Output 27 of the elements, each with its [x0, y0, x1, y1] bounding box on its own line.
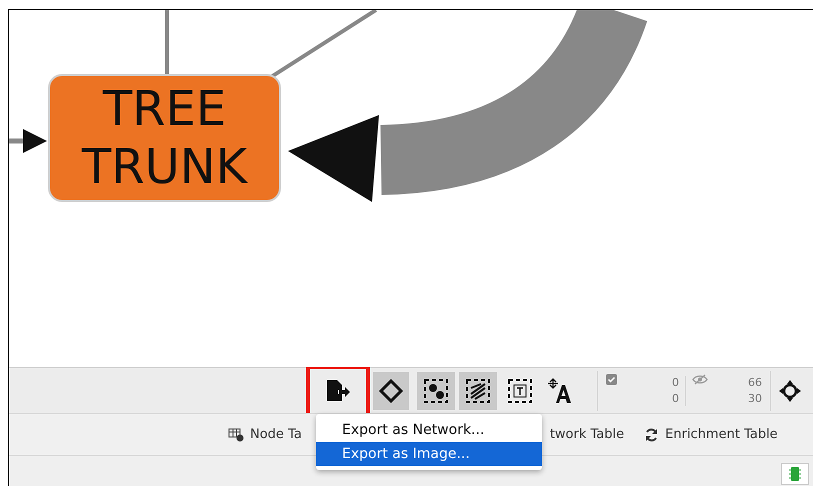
select-nodes-icon [423, 378, 449, 404]
select-edges-button[interactable] [459, 372, 497, 410]
hidden-count: 30 [748, 390, 762, 406]
edge-line [165, 10, 169, 75]
selected-count: 0 [672, 374, 679, 390]
hidden-count: 66 [748, 374, 762, 390]
crosshair-icon[interactable] [779, 380, 801, 402]
panel-tab[interactable]: Node Ta [228, 427, 302, 442]
panel-tab[interactable]: twork Table [550, 427, 624, 442]
diamond-button[interactable] [373, 372, 409, 410]
memory-button[interactable] [781, 463, 809, 485]
font-size-icon [547, 378, 573, 404]
selected-count: 0 [672, 390, 679, 406]
network-node: TREE TRUNK [48, 74, 281, 202]
eye-slash-icon [692, 374, 708, 385]
refresh-icon [644, 428, 660, 442]
panel-tab[interactable]: Enrichment Table [644, 427, 778, 442]
menu-item[interactable]: Export as Image... [316, 442, 542, 466]
checkbox-icon [606, 374, 617, 385]
text-frame-icon [507, 378, 533, 404]
chip-icon [789, 466, 801, 482]
menu-item[interactable]: Export as Network... [316, 418, 542, 442]
select-edges-icon [465, 378, 491, 404]
table-icon [228, 428, 244, 442]
select-nodes-button[interactable] [417, 372, 455, 410]
diamond-icon [379, 378, 403, 402]
export-icon [325, 378, 351, 402]
